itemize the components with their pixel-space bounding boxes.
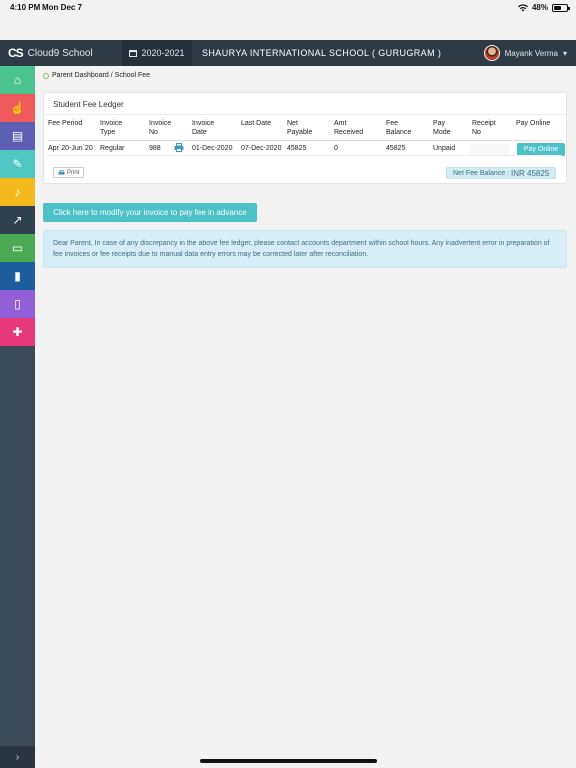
cell-invoice-no: 988 [149, 145, 161, 152]
app-header: CS Cloud9 School 2020-2021 SHAURYA INTER… [0, 40, 576, 66]
app-name: Cloud9 School [27, 47, 93, 59]
sidebar-item-plus[interactable]: ✚ [0, 318, 35, 346]
col-header-amt-received: Amt Received [334, 120, 364, 136]
school-name: SHAURYA INTERNATIONAL SCHOOL ( GURUGRAM … [202, 48, 442, 58]
divider [44, 114, 566, 115]
cell-fee-balance: 45825 [386, 145, 406, 152]
bell-icon: ♪ [14, 185, 21, 199]
sidebar-item-bell[interactable]: ♪ [0, 178, 35, 206]
circle-icon [43, 72, 49, 79]
session-selector[interactable]: 2020-2021 [122, 40, 192, 66]
printer-icon [58, 169, 65, 175]
sidebar-item-home[interactable]: ⌂ [0, 66, 35, 94]
col-header-invoice-no: Invoice No [149, 120, 172, 136]
status-bar: 4:10 PM Mon Dec 7 48% [0, 0, 576, 40]
user-menu[interactable]: Mayank Verma ▾ [483, 45, 576, 61]
fee-ledger-panel: Student Fee Ledger Fee Period Invoice Typ… [43, 92, 567, 184]
col-header-fee-period: Fee Period [48, 120, 83, 127]
battery-percent: 48% [531, 3, 548, 12]
sidebar-item-card[interactable]: ▭ [0, 234, 35, 262]
col-header-invoice-date: Invoice Date [192, 120, 215, 136]
net-balance-label: Net Fee Balance : [453, 169, 510, 177]
sidebar-collapse-button[interactable]: › [0, 746, 35, 768]
cell-amt-received: 0 [334, 145, 338, 152]
breadcrumb: Parent Dashboard / School Fee [43, 72, 150, 79]
sidebar: ⌂ ☝ ▤ ✎ ♪ ↗ ▭ ▮ ▯ ✚ › [0, 66, 35, 768]
col-header-invoice-type: Invoice Type [100, 120, 123, 136]
print-label: Print [67, 169, 80, 176]
col-header-pay-online: Pay Online [516, 120, 551, 127]
plus-icon: ✚ [12, 325, 23, 339]
chevron-right-icon: › [15, 751, 20, 763]
cell-net-payable: 45825 [287, 145, 307, 152]
sidebar-item-tablet[interactable]: ▯ [0, 290, 35, 318]
calendar-icon [129, 50, 138, 57]
col-header-net-payable: Net Payable [287, 120, 313, 136]
divider [48, 155, 562, 156]
battery-icon [552, 3, 570, 12]
document-icon: ▤ [11, 129, 24, 143]
user-name: Mayank Verma [504, 48, 558, 58]
avatar [483, 45, 500, 61]
chart-icon: ↗ [12, 213, 23, 227]
col-header-receipt-no: Receipt No [472, 120, 496, 136]
print-invoice-icon[interactable] [174, 143, 184, 152]
home-indicator [200, 759, 377, 763]
modify-invoice-button[interactable]: Click here to modify your invoice to pay… [43, 203, 257, 222]
net-balance-amount: INR 45825 [511, 168, 550, 178]
main-content: Parent Dashboard / School Fee Student Fe… [35, 66, 576, 768]
session-label: 2020-2021 [141, 48, 185, 58]
status-date: Mon Dec 7 [42, 3, 83, 12]
cell-receipt-no [470, 144, 510, 155]
divider [48, 140, 562, 141]
cell-invoice-date: 01-Dec-2020 [192, 145, 233, 152]
panel-title: Student Fee Ledger [53, 100, 124, 109]
sidebar-item-document[interactable]: ▤ [0, 122, 35, 150]
status-right: 48% [517, 3, 570, 12]
col-header-last-date: Last Date [241, 120, 271, 127]
col-header-pay-mode: Pay Mode [433, 120, 451, 136]
cell-fee-period: Apr`20-Jun`20 [48, 145, 93, 152]
col-header-fee-balance: Fee Balance [386, 120, 412, 136]
cell-last-date: 07-Dec-2020 [241, 145, 282, 152]
net-fee-balance-badge: Net Fee Balance : INR 45825 [446, 167, 557, 179]
brand[interactable]: CS Cloud9 School [0, 40, 122, 66]
book-icon: ▮ [14, 269, 21, 283]
sidebar-item-pin[interactable]: ✎ [0, 150, 35, 178]
cloud9-logo-icon: CS [8, 46, 24, 60]
chevron-down-icon: ▾ [562, 48, 567, 58]
sidebar-item-chart[interactable]: ↗ [0, 206, 35, 234]
sidebar-item-touch[interactable]: ☝ [0, 94, 35, 122]
card-icon: ▭ [11, 241, 24, 255]
breadcrumb-text[interactable]: Parent Dashboard / School Fee [52, 72, 150, 79]
cell-pay-mode: Unpaid [433, 145, 456, 152]
tablet-icon: ▯ [14, 297, 21, 311]
status-time: 4:10 PM [10, 3, 41, 12]
wifi-icon [517, 3, 528, 11]
sidebar-item-book[interactable]: ▮ [0, 262, 35, 290]
pin-icon: ✎ [12, 157, 23, 171]
cell-invoice-type: Regular [100, 145, 125, 152]
touch-icon: ☝ [10, 101, 25, 115]
print-button[interactable]: Print [53, 167, 85, 178]
home-icon: ⌂ [13, 73, 22, 87]
notice-alert: Dear Parent, In case of any discrepancy … [43, 230, 567, 268]
